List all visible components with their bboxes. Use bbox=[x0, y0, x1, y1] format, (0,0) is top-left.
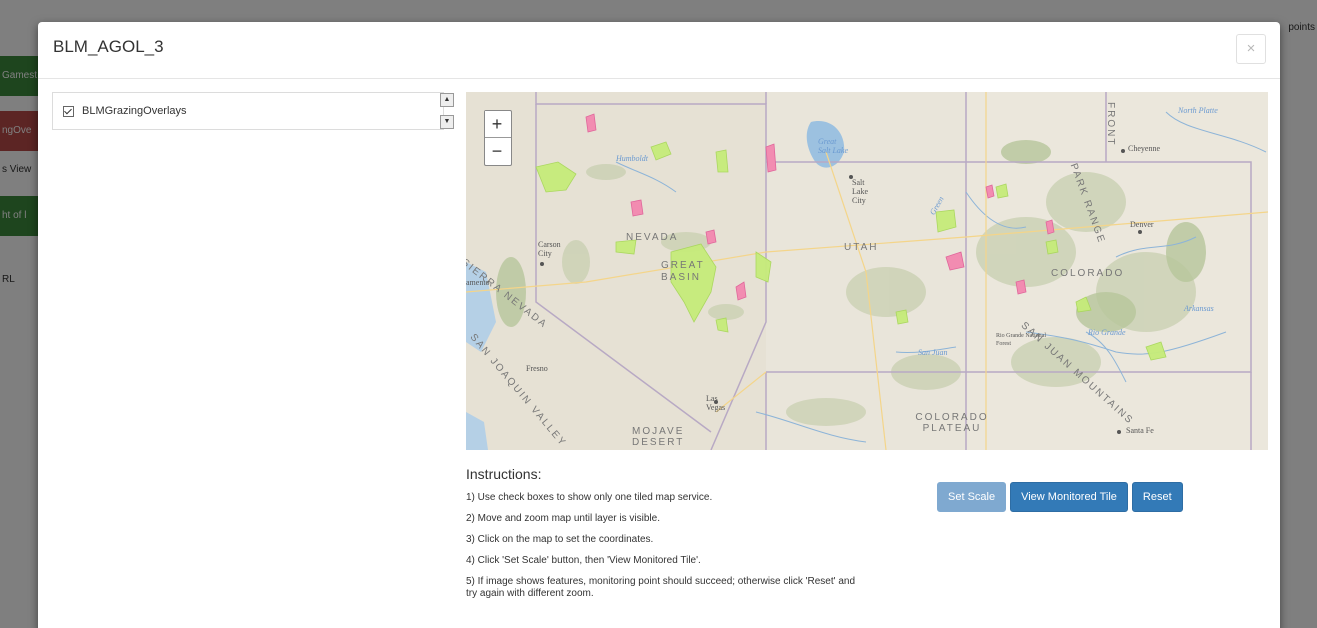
map-label: FRONT bbox=[1105, 102, 1116, 147]
map-label: Humboldt bbox=[616, 154, 648, 163]
layer-label: BLMGrazingOverlays bbox=[82, 105, 187, 117]
instructions-list: 1) Use check boxes to show only one tile… bbox=[466, 492, 866, 609]
instruction-step: 4) Click 'Set Scale' button, then 'View … bbox=[466, 555, 701, 566]
layer-list: BLMGrazingOverlays ▲ ▼ bbox=[52, 92, 454, 130]
map-label: NEVADA bbox=[626, 232, 679, 243]
view-monitored-tile-button[interactable]: View Monitored Tile bbox=[1010, 482, 1128, 512]
modal-dialog: BLM_AGOL_3 × BLMGrazingOverlays ▲ ▼ Nort… bbox=[38, 22, 1280, 628]
map-label: COLORADO PLATEAU bbox=[915, 412, 989, 434]
map-label: Great Salt Lake bbox=[818, 137, 848, 155]
map-label: Denver bbox=[1130, 220, 1154, 229]
map-label: North Platte bbox=[1178, 106, 1218, 115]
action-buttons: Set Scale View Monitored Tile Reset bbox=[937, 482, 1183, 512]
close-button[interactable]: × bbox=[1236, 34, 1266, 64]
map-label: amento bbox=[466, 278, 490, 287]
scroll-up-icon[interactable]: ▲ bbox=[440, 93, 454, 107]
scroll-down-icon[interactable]: ▼ bbox=[440, 115, 454, 129]
map-label: Arkansas bbox=[1184, 304, 1214, 313]
zoom-control: + − bbox=[484, 110, 512, 166]
map-label: Fresno bbox=[526, 364, 548, 373]
map-label: COLORADO bbox=[1051, 268, 1125, 279]
modal-header: BLM_AGOL_3 × bbox=[38, 22, 1280, 79]
map-label: Las Vegas bbox=[706, 394, 726, 412]
map-label: Rio Grande bbox=[1088, 328, 1126, 337]
map-label: Rio Grande National Forest bbox=[996, 333, 1046, 347]
map-label: Salt Lake City bbox=[852, 178, 868, 205]
map-label: Carson City bbox=[538, 240, 561, 258]
map-label: UTAH bbox=[844, 242, 879, 253]
map-label: Santa Fe bbox=[1126, 426, 1154, 435]
instruction-step: 5) If image shows features, monitoring p… bbox=[466, 576, 856, 599]
instruction-step: 2) Move and zoom map until layer is visi… bbox=[466, 513, 660, 524]
modal-title: BLM_AGOL_3 bbox=[53, 37, 164, 56]
zoom-out-button[interactable]: − bbox=[485, 138, 509, 164]
map-view[interactable]: North Platte Cheyenne Denver Humboldt Gr… bbox=[466, 92, 1268, 450]
map-label: Cheyenne bbox=[1128, 144, 1160, 153]
instruction-step: 1) Use check boxes to show only one tile… bbox=[466, 492, 713, 503]
reset-button[interactable]: Reset bbox=[1131, 482, 1183, 512]
layer-item[interactable]: BLMGrazingOverlays bbox=[63, 105, 187, 117]
map-label: GREAT BASIN bbox=[661, 260, 705, 283]
instruction-step: 3) Click on the map to set the coordinat… bbox=[466, 534, 654, 545]
set-scale-button[interactable]: Set Scale bbox=[937, 482, 1007, 512]
instructions-title: Instructions: bbox=[466, 466, 542, 482]
map-label: MOJAVE DESERT bbox=[632, 426, 685, 448]
layer-checkbox[interactable] bbox=[63, 105, 74, 117]
map-label: San Juan bbox=[918, 348, 948, 357]
zoom-in-button[interactable]: + bbox=[485, 111, 509, 137]
